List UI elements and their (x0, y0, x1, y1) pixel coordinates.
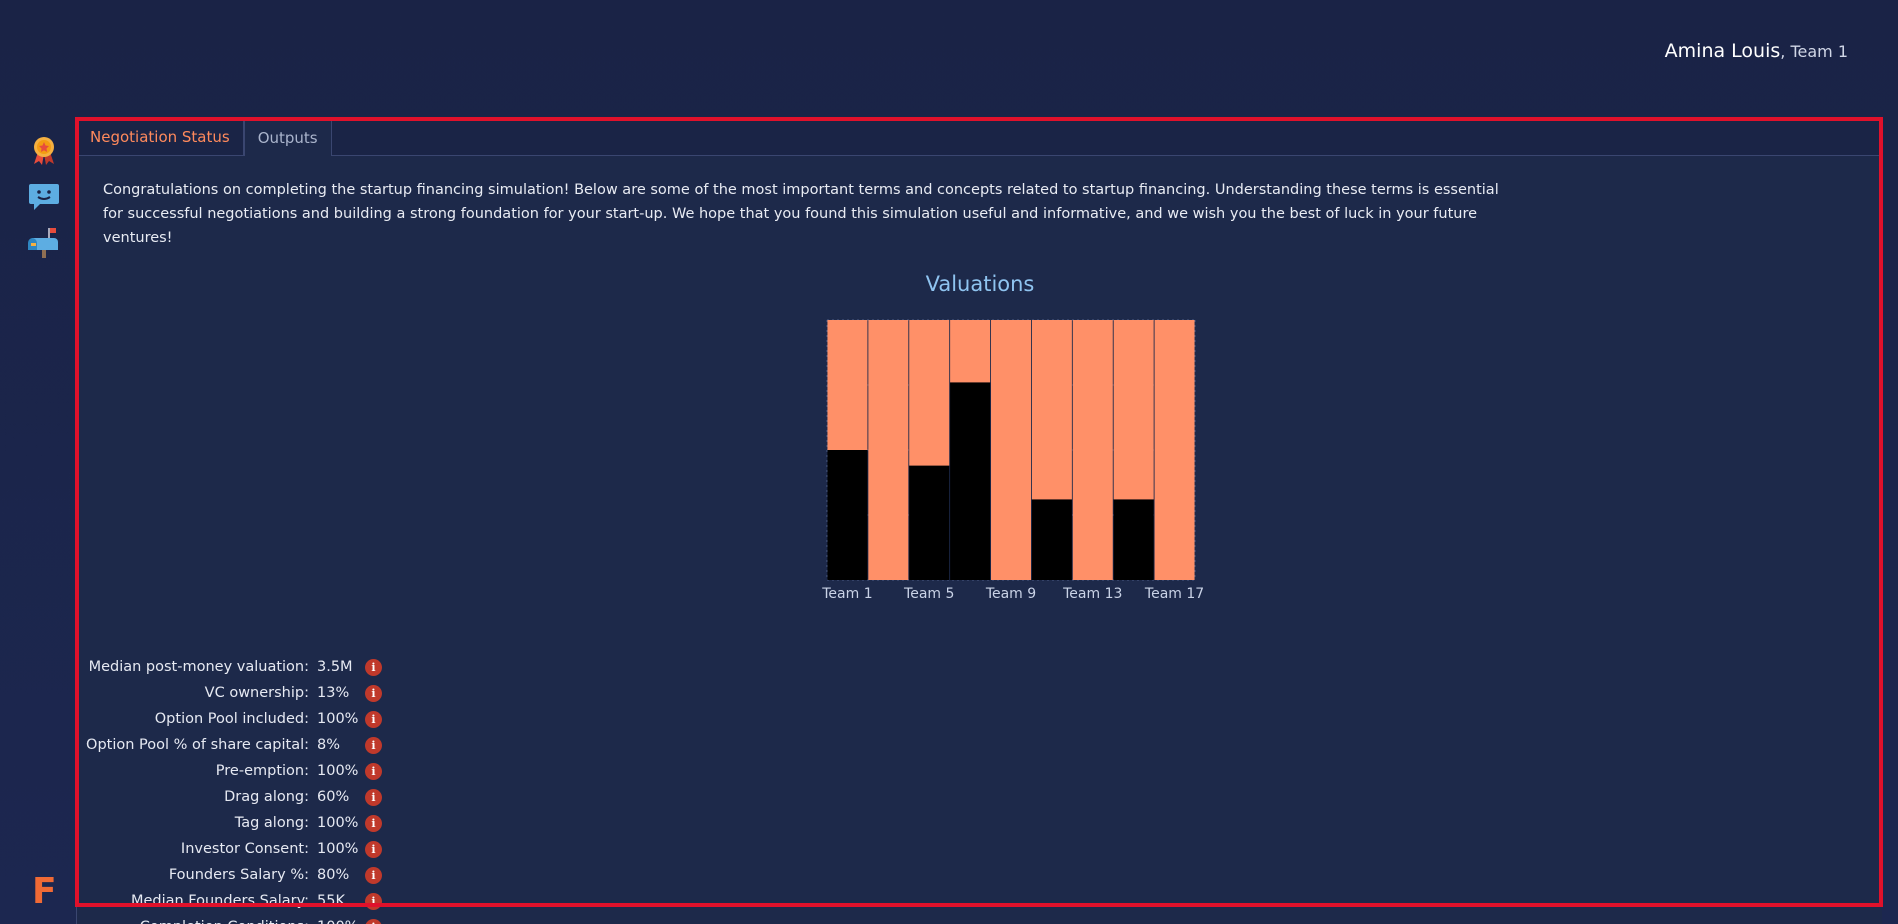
bar-segment (909, 320, 950, 466)
info-icon[interactable]: i (365, 866, 382, 884)
stat-label: Median Founders Salary: (130, 893, 309, 909)
stat-label: Completion Conditions: (77, 919, 309, 924)
stat-label: VC ownership: (204, 685, 309, 701)
x-tick-label: Team 1 (821, 586, 872, 602)
stat-row: Founders Salary %: 80% i (77, 862, 497, 888)
bar-segment (1113, 320, 1154, 500)
stat-row: Option Pool % of share capital: 8% i (77, 732, 497, 758)
info-icon[interactable]: i (365, 892, 382, 910)
stat-value: 80% (317, 867, 350, 883)
stat-row: Option Pool included: 100% i (77, 706, 497, 732)
chart-svg: Team 1 Team 5 Team 9 Team 13 Team 17 (821, 319, 1204, 602)
info-icon[interactable]: i (365, 762, 382, 780)
stat-row: Tag along: 100% i (77, 810, 497, 836)
info-icon[interactable]: i (365, 788, 382, 806)
stat-value: 100% (317, 763, 359, 779)
user-name: Amina Louis (1664, 40, 1781, 62)
bar-segment (909, 465, 950, 580)
info-icon[interactable]: i (365, 684, 382, 702)
stat-row: Completion Conditions:100% i (77, 914, 497, 924)
stat-row: VC ownership: 13% i (77, 680, 497, 706)
stat-row: Median post-money valuation: 3.5M i (77, 654, 497, 680)
stat-label: Investor Consent: (180, 841, 309, 857)
mailbox-icon[interactable] (27, 226, 60, 258)
stat-label: Option Pool % of share capital: (86, 737, 309, 753)
stats-list: Median post-money valuation: 3.5M i VC owne… (77, 654, 497, 924)
info-icon[interactable]: i (365, 710, 382, 728)
tab-negotiation-status[interactable]: Negotiation Status (77, 120, 244, 156)
tab-bar: Negotiation Status Outputs (77, 120, 1882, 156)
bar-segment (827, 320, 868, 450)
bar-segment (950, 320, 991, 383)
stat-value: 100% (317, 711, 359, 727)
stat-value: 60% (317, 789, 350, 805)
bar-segment (1072, 320, 1113, 580)
bar-segment (991, 320, 1031, 580)
stat-value: 55K (317, 893, 345, 909)
bar-segment (1031, 499, 1072, 580)
stat-label: Pre-emption: (215, 763, 309, 779)
info-icon[interactable]: i (365, 918, 382, 924)
valuations-chart: Team 1 Team 5 Team 9 Team 13 Team 17 (747, 310, 1217, 620)
stat-row: Pre-emption: 100% i (77, 758, 497, 784)
main-panel: Negotiation Status Outputs Congratulatio… (76, 120, 1882, 924)
stat-value: 8% (317, 737, 341, 753)
x-tick-label: Team 17 (1144, 586, 1204, 602)
stat-label: Median post-money valuation: (88, 659, 309, 675)
tab-outputs[interactable]: Outputs (243, 120, 332, 156)
info-icon[interactable]: i (365, 658, 382, 676)
x-tick-label: Team 13 (1062, 586, 1122, 602)
stat-label: Tag along: (234, 815, 309, 831)
intro-text: Congratulations on completing the startu… (103, 182, 1499, 246)
award-icon[interactable] (28, 134, 60, 166)
chat-icon[interactable] (28, 180, 60, 212)
x-tick-label: Team 9 (985, 586, 1036, 602)
stat-label: Option Pool included: (154, 711, 309, 727)
stat-label: Drag along: (224, 789, 309, 805)
chart-title: Valuations (925, 272, 1035, 296)
bar-segment (950, 382, 991, 580)
bar-segment (1113, 499, 1154, 580)
bar-segment (1031, 320, 1072, 500)
bar-segment (1154, 320, 1195, 580)
stat-row: Median Founders Salary: 55K i (77, 888, 497, 914)
bar-segment (868, 320, 909, 580)
user-info: Amina Louis, Team 1 (1665, 40, 1848, 62)
x-tick-label: Team 5 (903, 586, 954, 602)
info-icon[interactable]: i (365, 736, 382, 754)
info-icon[interactable]: i (365, 840, 382, 858)
stat-value: 3.5M (317, 659, 353, 675)
stat-label: Founders Salary %: (168, 867, 309, 883)
sidebar: F (0, 0, 76, 924)
stat-value: 100% (317, 815, 359, 831)
stat-value: 100% (309, 919, 361, 924)
stat-row: Investor Consent: 100% i (77, 836, 497, 862)
logo: F (32, 871, 57, 912)
stat-value: 13% (317, 685, 350, 701)
stat-row: Drag along: 60% i (77, 784, 497, 810)
stat-value: 100% (317, 841, 359, 857)
info-icon[interactable]: i (365, 814, 382, 832)
bar-segment (827, 450, 868, 580)
user-team: , Team 1 (1780, 42, 1848, 61)
